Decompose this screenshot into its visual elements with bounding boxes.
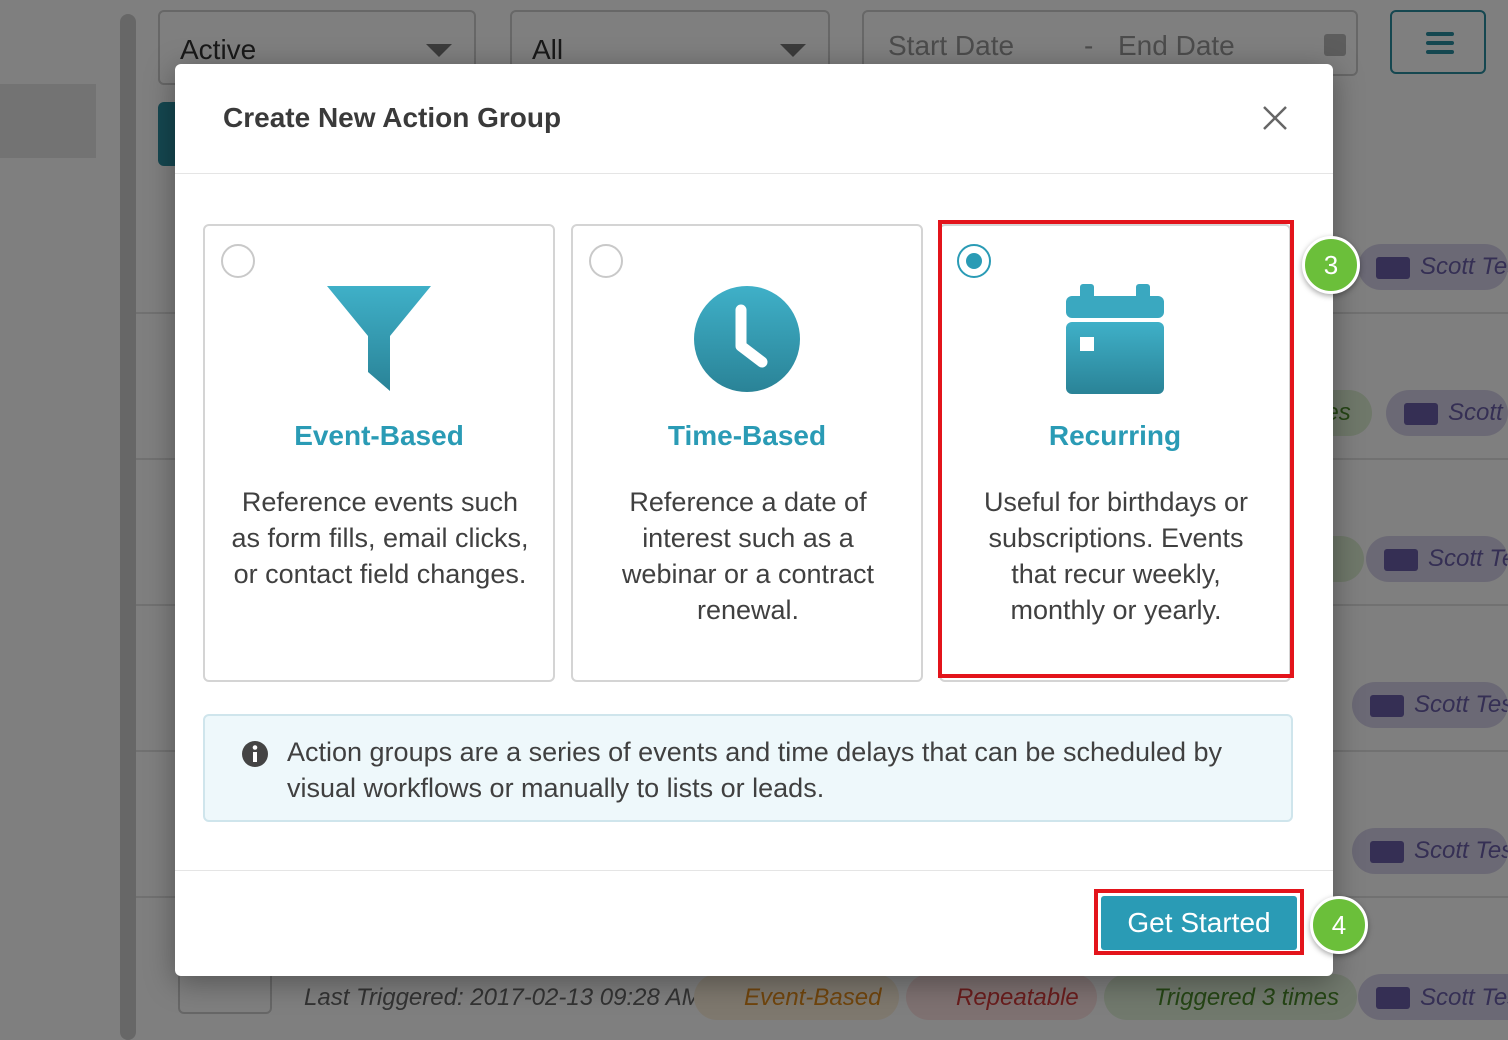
event-based-radio[interactable] <box>221 244 255 278</box>
option-card-recurring[interactable]: Recurring Useful for birthdays or subscr… <box>939 224 1291 682</box>
recurring-title: Recurring <box>1048 420 1182 451</box>
option-card-time-based[interactable]: Time-Based Reference a date of interest … <box>571 224 923 682</box>
time-based-title: Time-Based <box>667 420 827 451</box>
calendar-icon <box>1066 284 1164 394</box>
step-badge-4: 4 <box>1310 896 1368 954</box>
modal-footer-divider <box>175 870 1333 871</box>
event-based-description: Reference events such as form fills, ema… <box>231 487 529 589</box>
funnel-icon <box>327 286 431 391</box>
modal-header: Create New Action Group <box>175 64 1333 174</box>
info-icon <box>242 741 268 767</box>
modal-title: Create New Action Group <box>223 102 562 133</box>
close-icon <box>1263 106 1287 130</box>
time-based-description: Reference a date of interest such as a w… <box>621 487 875 625</box>
info-text: Action groups are a series of events and… <box>287 737 1223 803</box>
time-based-radio[interactable] <box>589 244 623 278</box>
step-badge-3: 3 <box>1302 236 1360 294</box>
close-button[interactable] <box>1259 102 1291 134</box>
get-started-button[interactable]: Get Started <box>1101 896 1297 950</box>
clock-icon <box>694 286 800 392</box>
event-based-title: Event-Based <box>294 420 464 451</box>
option-card-event-based[interactable]: Event-Based Reference events such as for… <box>203 224 555 682</box>
recurring-description: Useful for birthdays or subscriptions. E… <box>983 487 1249 625</box>
recurring-radio[interactable] <box>957 244 991 278</box>
info-callout: Action groups are a series of events and… <box>203 714 1293 822</box>
create-action-group-modal: Create New Action Group Event-Based Refe… <box>175 64 1333 976</box>
